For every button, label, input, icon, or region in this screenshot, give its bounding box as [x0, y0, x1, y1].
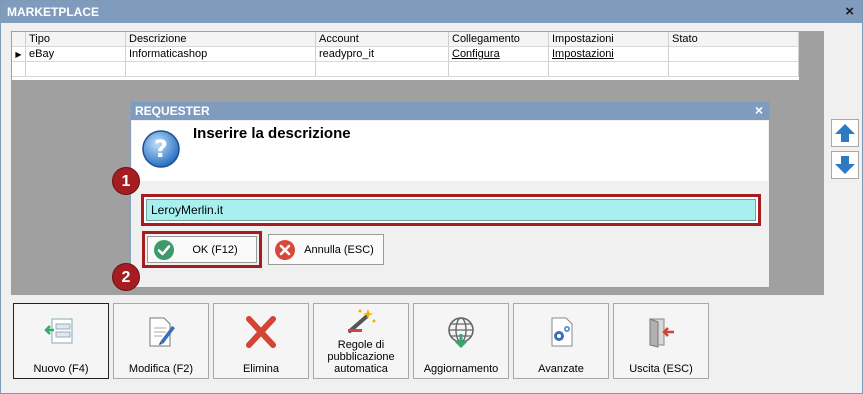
- description-input[interactable]: [146, 199, 756, 221]
- empty-cell: [316, 62, 449, 76]
- magic-wand-icon: [314, 307, 408, 335]
- empty-cell: [549, 62, 669, 76]
- dialog-titlebar: REQUESTER ×: [131, 102, 769, 120]
- checkmark-icon: [148, 239, 180, 261]
- callout-badge-1: 1: [112, 167, 140, 195]
- row-indicator-icon: ▶: [12, 47, 26, 61]
- empty-cell: [26, 62, 126, 76]
- dialog-title: REQUESTER: [135, 104, 210, 118]
- arrow-down-icon: [835, 156, 855, 174]
- description-input-highlight: [141, 194, 761, 226]
- cell-tipo[interactable]: eBay: [26, 47, 126, 61]
- empty-cell: [126, 62, 316, 76]
- globe-download-icon: [414, 316, 508, 348]
- advanced-button[interactable]: Avanzate: [513, 303, 609, 379]
- column-header-descrizione[interactable]: Descrizione: [126, 32, 316, 46]
- exit-button-label: Uscita (ESC): [629, 363, 693, 375]
- cell-descrizione[interactable]: Informaticashop: [126, 47, 316, 61]
- configura-link[interactable]: Configura: [449, 47, 549, 61]
- move-down-button[interactable]: [831, 151, 859, 179]
- ok-button-highlight: OK (F12): [142, 231, 262, 268]
- ok-button[interactable]: OK (F12): [147, 236, 257, 263]
- empty-cell: [669, 62, 799, 76]
- table-row[interactable]: ▶ eBay Informaticashop readypro_it Confi…: [12, 47, 799, 62]
- table-row-empty[interactable]: [12, 62, 799, 77]
- reorder-controls: [831, 119, 859, 183]
- window-title: MARKETPLACE: [7, 5, 99, 19]
- cancel-icon: [269, 239, 301, 261]
- empty-cell: [449, 62, 549, 76]
- new-button[interactable]: Nuovo (F4): [13, 303, 109, 379]
- cell-stato[interactable]: [669, 47, 799, 61]
- new-button-label: Nuovo (F4): [33, 363, 89, 375]
- column-header-collegamento[interactable]: Collegamento: [449, 32, 549, 46]
- update-button[interactable]: Aggiornamento: [413, 303, 509, 379]
- callout-badge-2: 2: [112, 263, 140, 291]
- move-up-button[interactable]: [831, 119, 859, 147]
- grid-header-indicator: [12, 32, 26, 46]
- exit-button[interactable]: Uscita (ESC): [613, 303, 709, 379]
- new-record-icon: [14, 316, 108, 346]
- advanced-button-label: Avanzate: [538, 363, 584, 375]
- dialog-close-icon[interactable]: ×: [755, 102, 763, 118]
- marketplace-grid: Tipo Descrizione Account Collegamento Im…: [12, 32, 799, 80]
- edit-button-label: Modifica (F2): [128, 363, 194, 375]
- column-header-tipo[interactable]: Tipo: [26, 32, 126, 46]
- cell-account[interactable]: readypro_it: [316, 47, 449, 61]
- impostazioni-link[interactable]: Impostazioni: [549, 47, 669, 61]
- svg-text:?: ?: [154, 135, 168, 163]
- ok-button-label: OK (F12): [192, 243, 238, 256]
- marketplace-window: MARKETPLACE × Tipo Descrizione Account C…: [0, 0, 863, 394]
- arrow-up-icon: [835, 124, 855, 142]
- edit-button[interactable]: Modifica (F2): [113, 303, 209, 379]
- cancel-button[interactable]: Annulla (ESC): [268, 234, 384, 265]
- row-indicator-empty: [12, 62, 26, 76]
- exit-door-icon: [614, 316, 708, 348]
- dialog-message: Inserire la descrizione: [193, 125, 351, 142]
- column-header-account[interactable]: Account: [316, 32, 449, 46]
- auto-publish-rules-button[interactable]: Regole di pubblicazione automatica: [313, 303, 409, 379]
- window-close-icon[interactable]: ×: [845, 3, 854, 20]
- auto-publish-rules-label: Regole di pubblicazione automatica: [327, 339, 395, 375]
- delete-button[interactable]: Elimina: [213, 303, 309, 379]
- delete-x-icon: [214, 316, 308, 348]
- question-icon: ?: [141, 129, 181, 172]
- window-titlebar: MARKETPLACE ×: [1, 1, 862, 23]
- grid-header-row: Tipo Descrizione Account Collegamento Im…: [12, 32, 799, 47]
- dialog-message-area: ? Inserire la descrizione: [132, 121, 768, 181]
- settings-document-icon: [514, 316, 608, 348]
- requester-dialog: REQUESTER × ? Inserire la descrizione Le…: [130, 101, 770, 288]
- edit-document-icon: [114, 316, 208, 348]
- cancel-button-label: Annulla (ESC): [304, 243, 374, 256]
- bottom-toolbar: Nuovo (F4) Modifica (F2) Elimina Regole …: [13, 303, 713, 379]
- update-button-label: Aggiornamento: [423, 363, 499, 375]
- delete-button-label: Elimina: [242, 363, 280, 375]
- column-header-stato[interactable]: Stato: [669, 32, 799, 46]
- column-header-impostazioni[interactable]: Impostazioni: [549, 32, 669, 46]
